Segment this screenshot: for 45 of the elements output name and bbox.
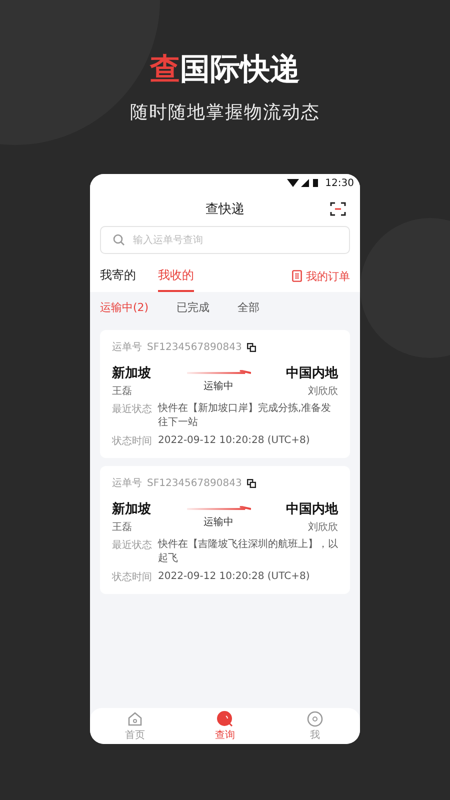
copy-icon[interactable] xyxy=(246,478,256,488)
waybill-label: 运单号 xyxy=(112,340,142,354)
sender-name: 王磊 xyxy=(112,385,133,398)
shipment-card[interactable]: 运单号 SF1234567890843 新加坡 王磊 运输中 中国内地 刘欣欣 最近状态 快件在【吉隆坡飞往深圳的航班上】，以起飞 状态时间 2022-09-12 10:20:28 (UTC+8) xyxy=(100,466,350,594)
latest-status: 快件在【新加坡口岸】完成分拣,准备发往下一站 xyxy=(158,402,332,430)
filter-tab[interactable]: 已完成 xyxy=(176,300,210,314)
waybill-number: SF1234567890843 xyxy=(147,478,242,488)
receiver-name: 刘欣欣 xyxy=(308,384,338,398)
transit-status: 运输中 xyxy=(204,516,234,529)
waybill-number: SF1234567890843 xyxy=(147,342,242,352)
latest-status-label: 最近状态 xyxy=(112,538,152,553)
filter-tab[interactable]: 全部 xyxy=(238,300,260,314)
sender-name: 王磊 xyxy=(112,521,133,534)
tab[interactable]: 我收的 xyxy=(158,260,194,292)
search-icon xyxy=(217,710,233,726)
transit-status: 运输中 xyxy=(204,380,234,393)
app-title: 查快递 xyxy=(206,201,244,218)
nav-item[interactable]: 我 xyxy=(270,708,360,744)
home-icon xyxy=(127,710,143,726)
tab[interactable]: 我寄的 xyxy=(100,260,136,292)
headline: 查国际快递 xyxy=(150,51,300,89)
document-icon xyxy=(292,270,302,282)
status-time-label: 状态时间 xyxy=(112,570,152,584)
copy-icon[interactable] xyxy=(246,342,256,352)
profile-icon xyxy=(307,710,323,726)
filter-tab[interactable]: 运输中(2) xyxy=(100,300,149,314)
status-time-label: 状态时间 xyxy=(112,434,152,448)
receiver-name: 刘欣欣 xyxy=(308,520,338,534)
scan-icon[interactable] xyxy=(330,202,346,216)
status-timestamp: 2022-09-12 10:20:28 (UTC+8) xyxy=(158,434,310,448)
subtitle: 随时随地掌握物流动态 xyxy=(130,101,320,124)
status-timestamp: 2022-09-12 10:20:28 (UTC+8) xyxy=(158,570,310,584)
waybill-label: 运单号 xyxy=(112,476,142,490)
nav-item[interactable]: 查询 xyxy=(180,708,270,744)
nav-item[interactable]: 首页 xyxy=(90,708,180,744)
status-time: 12:30 xyxy=(325,178,354,188)
my-orders-link[interactable]: 我的订单 xyxy=(292,268,350,284)
shipment-card[interactable]: 运单号 SF1234567890843 新加坡 王磊 运输中 中国内地 刘欣欣 最近状态 快件在【新加坡口岸】完成分拣,准备发往下一站 状态时间 2022-09-12 10:20:28 (UTC+8) xyxy=(100,330,350,458)
search-field[interactable]: 输入运单号查询 xyxy=(100,226,350,254)
destination-city: 中国内地 xyxy=(286,365,338,382)
latest-status: 快件在【吉隆坡飞往深圳的航班上】，以起飞 xyxy=(158,538,338,566)
origin-city: 新加坡 xyxy=(112,364,151,382)
origin-city: 新加坡 xyxy=(112,500,151,518)
latest-status-label: 最近状态 xyxy=(112,402,152,417)
destination-city: 中国内地 xyxy=(286,501,338,518)
